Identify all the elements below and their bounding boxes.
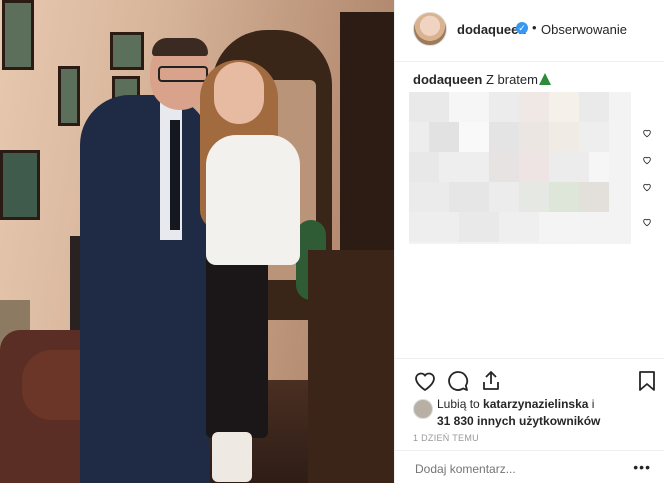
man-tie bbox=[170, 120, 180, 230]
comment-input[interactable] bbox=[413, 461, 617, 477]
verified-badge-icon: ✓ bbox=[516, 22, 528, 34]
likes-text: Lubią to katarzynazielinska i 31 830 inn… bbox=[437, 396, 637, 430]
blurred-comments-area bbox=[409, 92, 631, 244]
likes-others-link[interactable]: 31 830 innych użytkowników bbox=[437, 414, 600, 428]
post-panel: dodaqueen ✓ • Obserwowanie dodaqueen Z b… bbox=[394, 0, 664, 483]
man-hair bbox=[152, 38, 208, 56]
glasses bbox=[158, 66, 208, 82]
share-icon[interactable] bbox=[479, 369, 503, 393]
liker-avatar[interactable] bbox=[413, 399, 433, 419]
follow-status-button[interactable]: Obserwowanie bbox=[541, 22, 627, 37]
like-heart-icon[interactable] bbox=[413, 369, 437, 393]
more-options-icon[interactable]: ••• bbox=[633, 459, 651, 475]
wall-painting bbox=[2, 0, 34, 70]
bookmark-icon[interactable] bbox=[635, 369, 659, 393]
comment-like-heart-icon[interactable] bbox=[642, 214, 652, 227]
wall-painting bbox=[58, 66, 80, 126]
liker-username-link[interactable]: katarzynazielinska bbox=[483, 397, 588, 411]
man-suit bbox=[80, 95, 210, 483]
wall-painting bbox=[110, 32, 144, 70]
likes-prefix: Lubią to bbox=[437, 397, 480, 411]
woman-boots bbox=[212, 432, 252, 482]
likes-connector: i bbox=[591, 397, 595, 411]
avatar[interactable] bbox=[413, 12, 447, 46]
header-separator: • bbox=[532, 20, 537, 35]
chair bbox=[308, 250, 394, 483]
post-photo[interactable] bbox=[0, 0, 394, 483]
christmas-tree-icon bbox=[538, 73, 551, 85]
comment-bubble-icon[interactable] bbox=[446, 369, 470, 393]
comment-like-heart-icon[interactable] bbox=[642, 152, 652, 165]
post-header: dodaqueen ✓ • Obserwowanie bbox=[395, 0, 664, 62]
wall-painting bbox=[0, 150, 40, 220]
woman-pants bbox=[206, 238, 268, 438]
caption-username[interactable]: dodaqueen bbox=[413, 72, 482, 87]
caption-text: Z bratem bbox=[485, 72, 538, 87]
comment-like-heart-icon[interactable] bbox=[642, 125, 652, 138]
woman-head bbox=[214, 62, 264, 124]
caption: dodaqueen Z bratem bbox=[413, 72, 551, 87]
post-actions bbox=[395, 358, 664, 392]
post-timestamp[interactable]: 1 DZIEŃ TEMU bbox=[413, 433, 479, 443]
comment-like-heart-icon[interactable] bbox=[642, 179, 652, 192]
comment-bar: ••• bbox=[395, 450, 664, 483]
woman-blouse bbox=[206, 135, 300, 265]
